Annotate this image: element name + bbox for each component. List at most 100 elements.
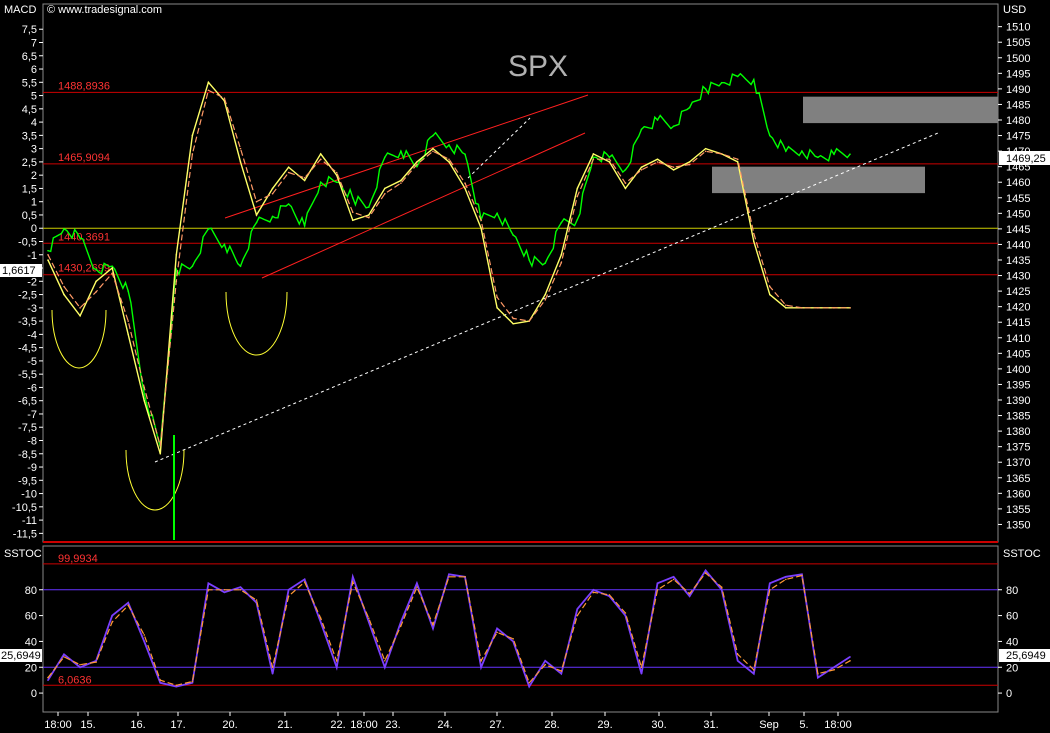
right-tick-label: 1415 — [1006, 317, 1030, 329]
stoch_k-data-point — [127, 601, 129, 604]
stoch_k-data-point — [496, 627, 498, 630]
signal-data-point — [833, 307, 835, 309]
macd-data-point — [560, 253, 563, 256]
stoch_k-data-point — [287, 588, 290, 591]
left-tick-label: -9,5 — [18, 475, 37, 487]
left-tick-label: -1 — [27, 250, 37, 262]
signal-data-point — [672, 166, 675, 169]
stoch-level-label: 99,9934 — [58, 553, 98, 565]
stoch_d-data-point — [127, 604, 129, 607]
stoch_k-data-point — [672, 576, 675, 578]
signal-data-point — [528, 320, 530, 322]
signal-data-point — [480, 219, 482, 222]
x-tick-label: 23. — [385, 719, 400, 731]
stoch_k-data-point — [817, 676, 819, 679]
stoch_k-data-point — [400, 621, 402, 623]
usd-axis-label: USD — [1003, 4, 1026, 16]
right-tick-label: 1390 — [1006, 395, 1030, 407]
price-data-point — [576, 218, 579, 221]
stoch_d-data-point — [47, 676, 49, 679]
price-data-point — [191, 265, 194, 268]
stoch_d-data-point — [368, 617, 370, 619]
macd-current-value: 1,6617 — [2, 265, 36, 277]
price-current-value: 1469,25 — [1006, 153, 1046, 165]
signal-data-point — [769, 285, 771, 288]
stoch_d-data-point — [319, 617, 322, 619]
stoch-left-tick-label: 60 — [25, 611, 37, 623]
stoch_k-data-point — [640, 672, 643, 675]
signal-data-point — [287, 171, 290, 174]
right-tick-label: 1395 — [1006, 379, 1030, 391]
macd-data-point — [544, 293, 547, 296]
stoch_k-data-point — [624, 614, 627, 617]
left-tick-label: 1,5 — [22, 183, 37, 195]
stoch_k-data-point — [79, 666, 81, 669]
signal-data-point — [271, 192, 274, 195]
left-tick-label: -4,5 — [18, 343, 37, 355]
stoch_k-data-point — [688, 595, 691, 598]
price-data-point — [672, 125, 675, 128]
macd-data-point — [79, 314, 81, 317]
stoch-left-tick-label: 40 — [25, 636, 37, 648]
left-tick-label: -6,5 — [18, 396, 37, 408]
price-data-point — [143, 392, 146, 395]
stoch_k-data-point — [833, 666, 835, 669]
stoch_d-data-point — [416, 586, 418, 588]
signal-data-point — [624, 182, 627, 184]
stoch_d-data-point — [817, 672, 819, 675]
stoch_d-data-point — [480, 659, 482, 662]
stoch_d-data-point — [207, 588, 210, 591]
stoch_k-data-point — [656, 582, 659, 585]
macd-data-point — [400, 179, 402, 182]
price-data-point — [111, 265, 113, 268]
price-data-point — [833, 153, 835, 156]
stoch-right-tick-label: 40 — [1006, 636, 1018, 648]
signal-data-point — [544, 299, 547, 301]
right-tick-label: 1375 — [1006, 442, 1030, 454]
signal-data-point — [464, 182, 466, 184]
macd-data-point — [640, 166, 643, 169]
macd-data-point — [111, 267, 113, 269]
macd-data-point — [576, 187, 579, 190]
stoch_k-data-point — [769, 582, 771, 585]
stoch_k-data-point — [704, 569, 707, 572]
macd-data-point — [159, 452, 162, 455]
stoch_d-data-point — [303, 581, 306, 583]
signal-data-point — [688, 163, 691, 166]
macd-data-point — [608, 161, 611, 163]
sstoc-left-label: SSTOC — [4, 548, 42, 560]
signal-data-point — [608, 158, 611, 161]
stoch_k-data-point — [849, 656, 851, 658]
macd-data-point — [384, 187, 386, 190]
stoch-left-tick-label: 20 — [25, 662, 37, 674]
right-tick-label: 1440 — [1006, 239, 1030, 251]
macd-data-point — [448, 161, 450, 163]
macd-data-point — [191, 134, 194, 137]
right-tick-label: 1500 — [1006, 53, 1030, 65]
price-data-point — [400, 150, 402, 152]
macd-data-point — [785, 307, 787, 309]
stoch_k-data-point — [384, 666, 386, 669]
right-tick-label: 1450 — [1006, 208, 1030, 220]
stoch_k-data-point — [480, 666, 482, 669]
stoch_d-data-point — [223, 588, 226, 591]
stoch_k-data-point — [351, 576, 354, 578]
signal-data-point — [801, 307, 803, 309]
right-tick-label: 1460 — [1006, 177, 1030, 189]
stoch_k-data-point — [271, 672, 274, 675]
signal-data-point — [704, 150, 707, 153]
stoch_d-data-point — [752, 669, 755, 671]
macd-data-point — [672, 169, 675, 171]
left-tick-label: 5 — [31, 91, 37, 103]
x-tick-label: 15. — [80, 719, 95, 731]
macd-data-point — [752, 240, 755, 243]
left-tick-label: -4 — [27, 329, 37, 341]
signal-data-point — [239, 147, 242, 150]
signal-data-point — [384, 192, 386, 195]
macd-data-point — [207, 81, 210, 84]
stoch_d-data-point — [287, 595, 290, 598]
signal-data-point — [448, 158, 450, 161]
signal-data-point — [223, 97, 226, 100]
signal-data-point — [656, 161, 659, 163]
left-tick-label: 3,5 — [22, 130, 37, 142]
